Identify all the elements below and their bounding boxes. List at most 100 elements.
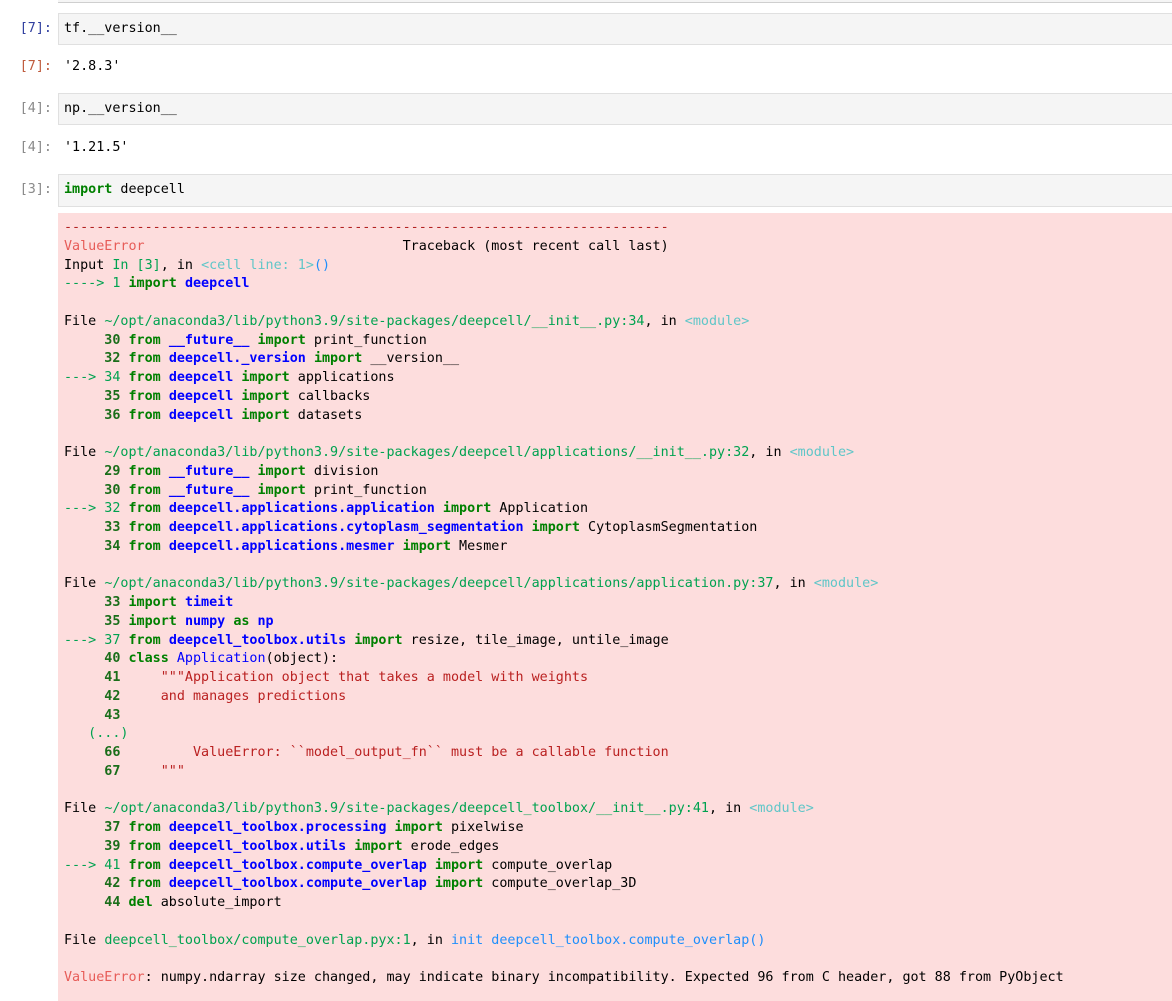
traceback-segment	[524, 520, 532, 535]
traceback-segment	[161, 839, 169, 854]
traceback-segment	[161, 501, 169, 516]
traceback-line: 33 from deepcell.applications.cytoplasm_…	[64, 519, 1172, 538]
traceback-line	[64, 294, 1172, 313]
traceback-line: File deepcell_toolbox/compute_overlap.py…	[64, 932, 1172, 951]
traceback-segment: , in	[773, 576, 814, 592]
traceback-segment	[161, 820, 169, 835]
traceback-segment	[129, 745, 194, 760]
traceback-segment	[129, 670, 161, 685]
traceback-segment	[306, 351, 314, 366]
traceback-line: 37 from deepcell_toolbox.processing impo…	[64, 819, 1172, 838]
traceback-segment: Application	[491, 501, 589, 517]
traceback-segment: deepcell._version	[168, 351, 306, 367]
traceback-line	[64, 913, 1172, 932]
traceback-segment: compute_overlap_3D	[483, 876, 637, 892]
traceback-segment: 35	[64, 388, 129, 404]
traceback-segment	[161, 370, 169, 385]
traceback-segment: from	[128, 632, 161, 648]
traceback-segment	[395, 539, 403, 554]
traceback-line	[64, 950, 1172, 969]
traceback-segment: from	[128, 388, 161, 404]
traceback-segment: 41	[64, 670, 129, 685]
traceback-segment: 40	[64, 651, 129, 667]
traceback-segment: deepcell.applications.application	[168, 501, 435, 517]
traceback-segment	[249, 464, 257, 479]
traceback-line: 44 del absolute_import	[64, 894, 1172, 913]
traceback-line: ValueError Traceback (most recent call l…	[64, 238, 1172, 257]
traceback-segment: 39	[64, 838, 129, 854]
traceback-segment: ~/opt/anaconda3/lib/python3.9/site-packa…	[104, 801, 709, 817]
traceback-segment: compute_overlap	[483, 857, 613, 873]
traceback-segment	[161, 633, 169, 648]
traceback-line: ValueError: numpy.ndarray size changed, …	[64, 969, 1172, 988]
traceback-segment	[161, 539, 169, 554]
output-value: '1.21.5'	[64, 140, 129, 155]
traceback-segment: __future__	[168, 463, 250, 479]
traceback-segment: timeit	[184, 595, 234, 610]
code-keyword: import	[64, 182, 113, 197]
traceback-line	[64, 425, 1172, 444]
traceback-line	[64, 557, 1172, 576]
traceback-segment	[161, 389, 169, 404]
traceback-segment	[177, 614, 185, 629]
traceback-line: ---> 41 from deepcell_toolbox.compute_ov…	[64, 857, 1172, 876]
traceback-segment	[161, 408, 169, 423]
traceback-segment: ()	[313, 257, 331, 273]
code-cell-np-version[interactable]: np.__version__	[58, 93, 1172, 125]
traceback-segment: import	[257, 332, 306, 348]
traceback-segment: deepcell_toolbox.processing	[168, 820, 387, 835]
traceback-segment: import	[257, 463, 306, 479]
code-cell-tf-version[interactable]: tf.__version__	[58, 13, 1172, 45]
traceback-segment: from	[128, 876, 161, 892]
code-text: deepcell	[112, 182, 185, 197]
traceback-segment: from	[128, 463, 161, 479]
traceback-segment: deepcell_toolbox.utils	[168, 632, 347, 648]
traceback-segment: from	[128, 407, 161, 423]
traceback-line: 35 from deepcell import callbacks	[64, 388, 1172, 407]
traceback-segment: 30	[64, 482, 129, 498]
traceback-segment: ~/opt/anaconda3/lib/python3.9/site-packa…	[104, 576, 774, 592]
traceback-segment: division	[305, 463, 379, 479]
output-prompt-4: [4]:	[19, 140, 52, 155]
traceback-line: 66 ValueError: ``model_output_fn`` must …	[64, 744, 1172, 763]
traceback-line: 39 from deepcell_toolbox.utils import er…	[64, 838, 1172, 857]
traceback-segment: Mesmer	[450, 538, 508, 554]
traceback-segment: import	[128, 595, 177, 610]
traceback-line: 34 from deepcell.applications.mesmer imp…	[64, 538, 1172, 557]
traceback-segment: init deepcell_toolbox.compute_overlap	[450, 932, 750, 948]
traceback-segment: File	[64, 801, 105, 817]
traceback-segment: from	[128, 370, 161, 385]
traceback-segment: ---> 37	[64, 632, 129, 648]
traceback-segment	[161, 858, 169, 873]
traceback-segment: <cell line: 1>	[201, 257, 314, 273]
traceback-segment	[161, 464, 169, 479]
traceback-line: 43	[64, 707, 1172, 726]
traceback-segment: from	[128, 332, 161, 348]
traceback-segment	[177, 595, 185, 610]
traceback-segment: File	[64, 576, 105, 592]
traceback-segment: Application	[176, 651, 266, 667]
traceback-line: File ~/opt/anaconda3/lib/python3.9/site-…	[64, 313, 1172, 332]
traceback-segment: import	[241, 407, 290, 423]
traceback-segment: import	[531, 520, 580, 535]
traceback-segment: 42	[64, 688, 129, 704]
traceback-segment: from	[128, 482, 161, 498]
code-cell-import-deepcell[interactable]: import deepcell	[58, 174, 1172, 207]
traceback-segment: , in	[410, 932, 451, 948]
traceback-segment: <module>	[789, 445, 855, 460]
traceback-segment: __version__	[362, 351, 460, 367]
traceback-segment: import	[241, 370, 290, 385]
traceback-segment: : numpy.ndarray size changed, may indica…	[144, 970, 1064, 985]
traceback-segment: import	[241, 388, 290, 404]
traceback-segment: 37	[64, 820, 129, 835]
traceback-segment: 66	[64, 745, 129, 760]
traceback-segment	[386, 820, 394, 835]
traceback-segment: absolute_import	[152, 895, 282, 910]
traceback-segment: <module>	[813, 576, 879, 592]
traceback-line: ----------------------------------------…	[64, 219, 1172, 238]
traceback-line: ---> 37 from deepcell_toolbox.utils impo…	[64, 632, 1172, 651]
traceback-segment: class	[128, 651, 169, 667]
traceback-segment: import	[354, 838, 403, 854]
traceback-segment: 44	[64, 895, 129, 910]
traceback-segment	[249, 614, 257, 629]
